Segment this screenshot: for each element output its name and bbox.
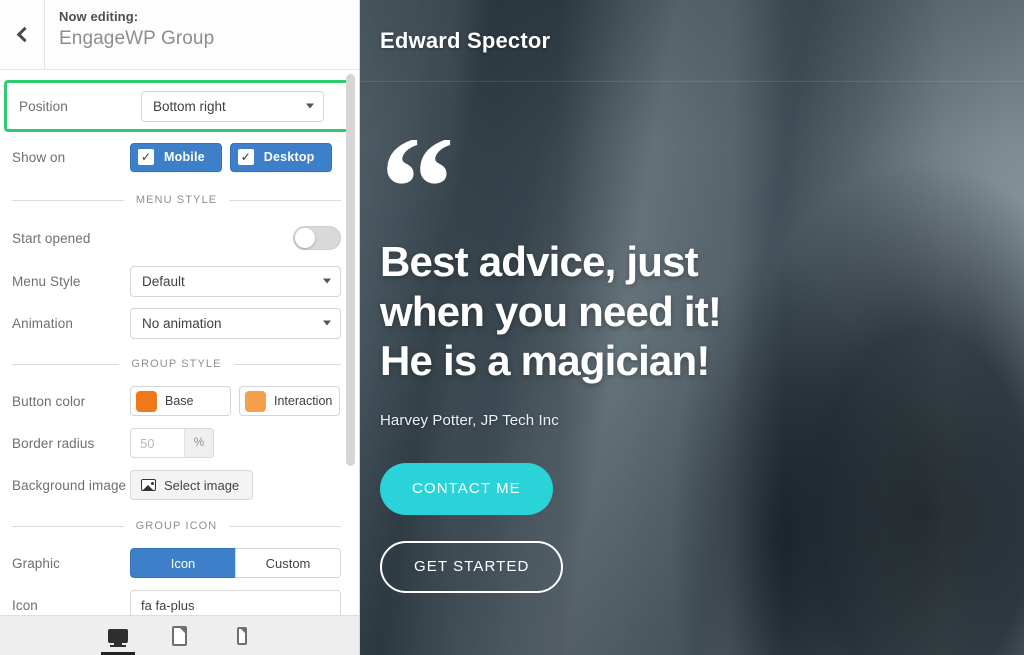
position-select[interactable]: Bottom right (141, 90, 324, 122)
hero-section: “ Best advice, just when you need it! He… (360, 82, 1024, 593)
position-setting-highlight: Position Bottom right (4, 80, 351, 132)
show-on-label: Show on (12, 149, 66, 165)
graphic-segmented-control: Icon Custom (130, 548, 341, 578)
icon-class-input[interactable]: fa fa-plus (130, 590, 341, 615)
monitor-base (109, 644, 126, 647)
show-on-desktop-label: Desktop (263, 150, 315, 164)
animation-row: Animation No animation (0, 302, 359, 344)
hero-headline-line: when you need it! (380, 287, 722, 335)
menu-style-row: Menu Style Default (0, 260, 359, 302)
chevron-left-icon (16, 26, 32, 43)
image-icon (141, 479, 156, 491)
quote-mark-icon: “ (380, 140, 1024, 215)
now-editing-label: Now editing: (59, 9, 139, 24)
mobile-icon (236, 626, 247, 645)
icon-row: Icon fa fa-plus (0, 584, 359, 615)
device-desktop-button[interactable] (100, 619, 135, 655)
desktop-icon (107, 628, 128, 647)
divider-line (229, 199, 342, 201)
entity-name: EngageWP Group (59, 28, 215, 49)
animation-label: Animation (12, 315, 73, 331)
animation-select-value: No animation (142, 315, 222, 331)
panel-scrollbar-thumb[interactable] (346, 74, 355, 466)
graphic-row: Graphic Icon Custom (0, 542, 359, 584)
background-image-label: Background image (12, 477, 127, 493)
menu-style-select[interactable]: Default (130, 265, 341, 297)
menu-style-label: Menu Style (12, 273, 81, 289)
select-image-label: Select image (164, 477, 240, 493)
site-topbar: Edward Spector (360, 0, 1024, 82)
position-select-value: Bottom right (153, 98, 226, 114)
divider-line (12, 363, 120, 365)
chevron-down-icon (323, 278, 331, 284)
icon-label: Icon (12, 597, 38, 613)
animation-select[interactable]: No animation (130, 307, 341, 339)
position-row: Position Bottom right (15, 87, 342, 125)
hero-headline-line: He is a magician! (380, 337, 710, 385)
color-swatch (136, 390, 157, 412)
border-radius-input[interactable]: 50 % (130, 428, 214, 458)
customizer-panel: Now editing: EngageWP Group Position Bot… (0, 0, 360, 655)
color-swatch (245, 390, 266, 412)
divider-line (12, 199, 124, 201)
menu-style-select-value: Default (142, 273, 185, 289)
border-radius-placeholder: 50 (140, 435, 155, 451)
hero-headline: Best advice, just when you need it! He i… (380, 237, 1024, 386)
position-label: Position (19, 98, 68, 114)
panel-header-titles: Now editing: EngageWP Group (45, 0, 359, 69)
show-on-desktop-toggle[interactable]: ✓ Desktop (229, 142, 332, 172)
check-icon: ✓ (138, 149, 154, 165)
contact-me-button[interactable]: CONTACT ME (380, 462, 553, 515)
panel-scroll-body[interactable]: Position Bottom right Show on ✓ Mobile ✓… (0, 70, 359, 615)
chevron-down-icon (306, 103, 314, 109)
device-tablet-button[interactable] (163, 619, 197, 653)
site-brand[interactable]: Edward Spector (380, 28, 550, 54)
start-opened-toggle[interactable] (293, 226, 341, 250)
site-preview: Edward Spector “ Best advice, just when … (360, 0, 1024, 655)
section-group-icon-title: GROUP ICON (135, 520, 218, 532)
select-image-button[interactable]: Select image (130, 470, 254, 500)
section-group-style: GROUP STYLE (12, 358, 341, 370)
device-preview-bar (0, 615, 359, 655)
hero-cta-group: CONTACT ME GET STARTED (380, 462, 1024, 593)
section-menu-style: MENU STYLE (12, 194, 342, 206)
divider-line (229, 525, 342, 527)
show-on-row: Show on ✓ Mobile ✓ Desktop (0, 134, 359, 180)
chevron-down-icon (323, 320, 331, 326)
start-opened-label: Start opened (12, 230, 91, 246)
device-selected-indicator (100, 651, 135, 655)
button-color-interaction[interactable]: Interaction (239, 386, 340, 416)
start-opened-row: Start opened (0, 216, 359, 260)
border-radius-unit: % (184, 429, 213, 457)
check-icon: ✓ (237, 149, 254, 165)
section-group-icon: GROUP ICON (12, 520, 342, 532)
border-radius-label: Border radius (12, 435, 95, 451)
device-mobile-button[interactable] (225, 619, 259, 653)
panel-scrollbar-track[interactable] (346, 70, 355, 613)
hero-headline-line: Best advice, just (380, 238, 699, 285)
graphic-option-custom[interactable]: Custom (235, 548, 341, 578)
graphic-label: Graphic (12, 555, 60, 571)
button-color-interaction-label: Interaction (274, 394, 333, 408)
button-color-label: Button color (12, 393, 86, 409)
section-menu-style-title: MENU STYLE (135, 194, 218, 206)
panel-header: Now editing: EngageWP Group (0, 0, 359, 70)
customizer-app: Now editing: EngageWP Group Position Bot… (0, 0, 1024, 655)
section-group-style-title: GROUP STYLE (131, 358, 222, 370)
button-color-base-label: Base (165, 394, 194, 408)
graphic-option-icon[interactable]: Icon (130, 548, 235, 578)
border-radius-row: Border radius 50 % (0, 422, 359, 464)
background-image-row: Background image Select image (0, 464, 359, 506)
divider-line (12, 525, 124, 527)
button-color-row: Button color Base Interaction (0, 380, 359, 422)
divider-line (233, 363, 341, 365)
get-started-button[interactable]: GET STARTED (380, 540, 564, 593)
hero-attribution: Harvey Potter, JP Tech Inc (380, 411, 559, 429)
show-on-mobile-label: Mobile (164, 150, 205, 164)
button-color-base[interactable]: Base (130, 386, 231, 416)
tablet-icon (172, 625, 187, 646)
show-on-mobile-toggle[interactable]: ✓ Mobile (130, 142, 222, 172)
back-button[interactable] (0, 0, 45, 69)
toggle-knob (295, 228, 315, 248)
